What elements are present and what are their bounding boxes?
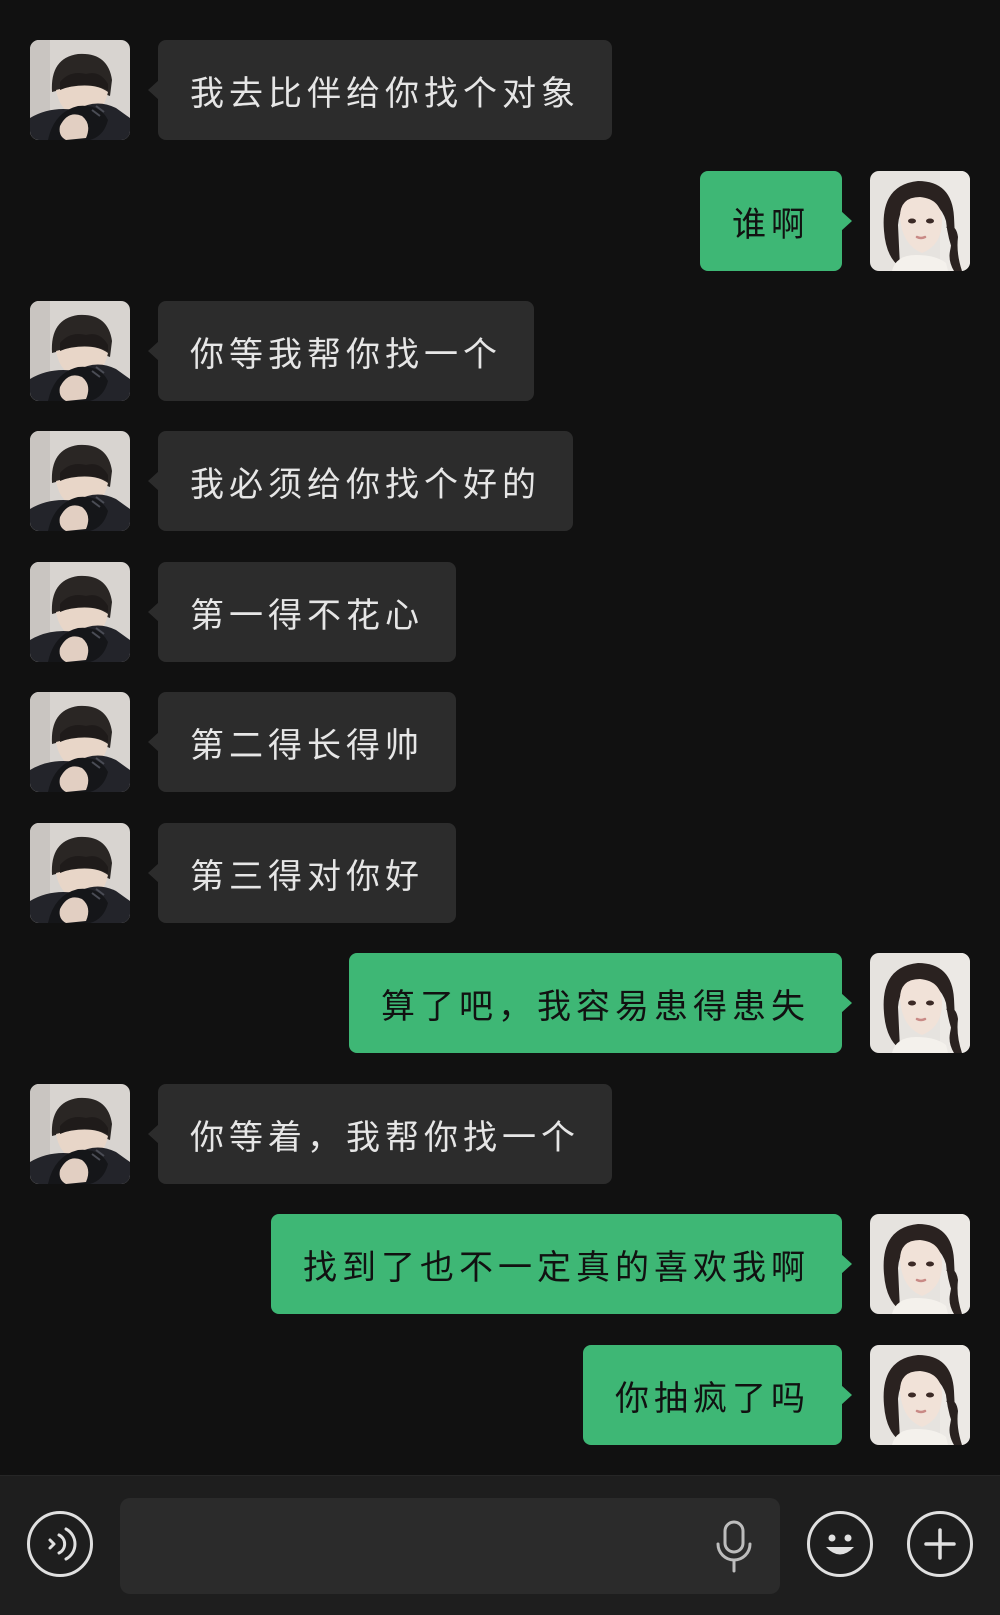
message-row-incoming: 第三得对你好 <box>0 823 1000 923</box>
boy-avatar[interactable] <box>30 301 130 401</box>
message-bubble-incoming[interactable]: 你等着，我帮你找一个 <box>148 1084 612 1184</box>
chat-message-list[interactable]: 我去比伴给你找个对象 谁啊 你等我帮你找一个 我必须给你找个好的 第一得不花心 … <box>0 0 1000 1475</box>
message-bubble-incoming[interactable]: 我去比伴给你找个对象 <box>148 40 612 140</box>
message-bubble-incoming[interactable]: 我必须给你找个好的 <box>148 431 573 531</box>
message-row-outgoing: 谁啊 <box>0 171 1000 271</box>
boy-avatar[interactable] <box>30 40 130 140</box>
message-bubble-outgoing[interactable]: 你抽疯了吗 <box>583 1345 852 1445</box>
message-row-outgoing: 找到了也不一定真的喜欢我啊 <box>0 1214 1000 1314</box>
message-bubble-outgoing[interactable]: 找到了也不一定真的喜欢我啊 <box>271 1214 852 1314</box>
girl-avatar[interactable] <box>870 1214 970 1314</box>
voice-icon <box>48 1527 77 1561</box>
message-bubble-incoming[interactable]: 你等我帮你找一个 <box>148 301 534 401</box>
message-row-incoming: 第一得不花心 <box>0 562 1000 662</box>
girl-avatar[interactable] <box>870 1345 970 1445</box>
message-bubble-outgoing[interactable]: 算了吧，我容易患得患失 <box>349 953 852 1053</box>
message-row-incoming: 我去比伴给你找个对象 <box>0 40 1000 140</box>
boy-avatar[interactable] <box>30 823 130 923</box>
message-bubble-outgoing[interactable]: 谁啊 <box>700 171 852 271</box>
microphone-icon[interactable] <box>712 1520 756 1574</box>
message-row-outgoing: 你抽疯了吗 <box>0 1345 1000 1445</box>
smiley-icon <box>826 1534 854 1555</box>
girl-avatar[interactable] <box>870 171 970 271</box>
input-bar <box>0 1475 1000 1615</box>
girl-avatar[interactable] <box>870 953 970 1053</box>
message-row-incoming: 你等着，我帮你找一个 <box>0 1084 1000 1184</box>
boy-avatar[interactable] <box>30 692 130 792</box>
message-row-outgoing: 算了吧，我容易患得患失 <box>0 953 1000 1053</box>
plus-button[interactable] <box>907 1511 973 1577</box>
message-bubble-incoming[interactable]: 第二得长得帅 <box>148 692 456 792</box>
message-bubble-incoming[interactable]: 第三得对你好 <box>148 823 456 923</box>
boy-avatar[interactable] <box>30 1084 130 1184</box>
boy-avatar[interactable] <box>30 431 130 531</box>
message-input[interactable] <box>120 1498 780 1594</box>
message-bubble-incoming[interactable]: 第一得不花心 <box>148 562 456 662</box>
voice-button[interactable] <box>27 1511 93 1577</box>
message-row-incoming: 你等我帮你找一个 <box>0 301 1000 401</box>
boy-avatar[interactable] <box>30 562 130 662</box>
message-row-incoming: 我必须给你找个好的 <box>0 431 1000 531</box>
message-row-incoming: 第二得长得帅 <box>0 692 1000 792</box>
emoji-button[interactable] <box>807 1511 873 1577</box>
plus-icon <box>924 1528 956 1560</box>
